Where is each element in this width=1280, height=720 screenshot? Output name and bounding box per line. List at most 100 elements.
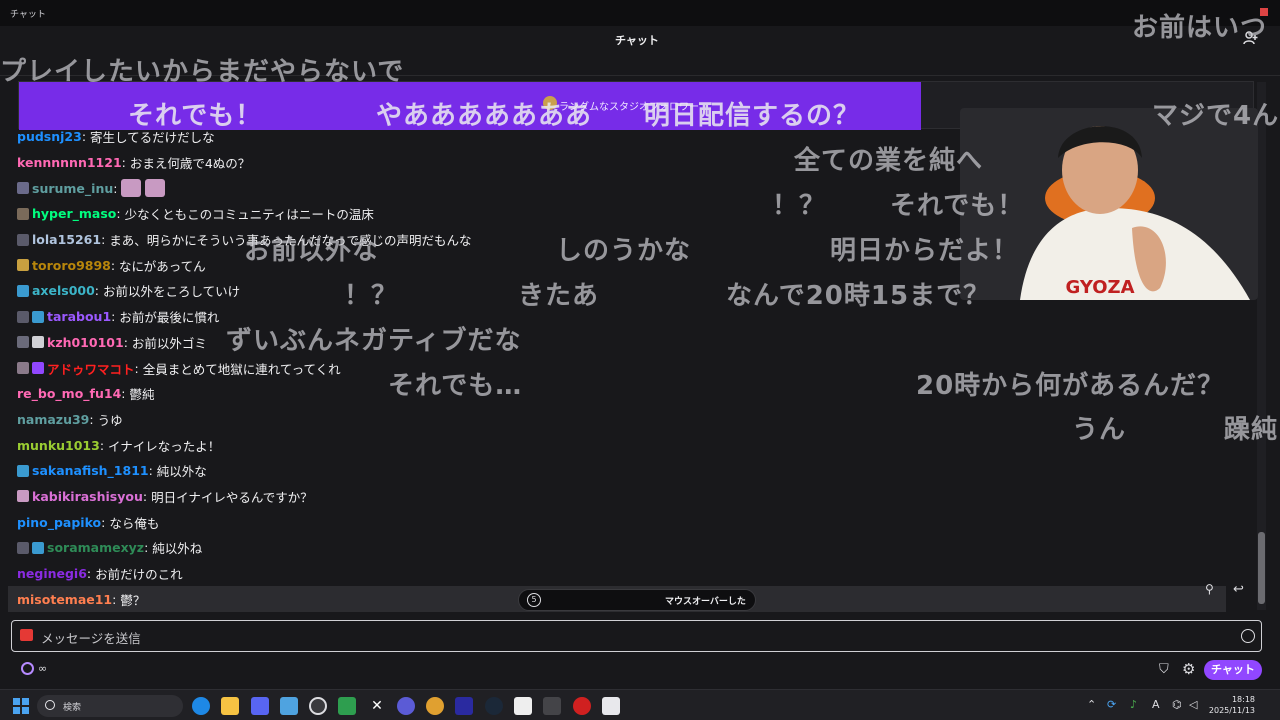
chat-username[interactable]: pudsnj23 bbox=[17, 129, 82, 144]
chat-username[interactable]: munku1013 bbox=[17, 438, 100, 453]
chat-paused-label: マウスオーバーした bbox=[665, 597, 746, 607]
taskbar-search-label: 検索 bbox=[63, 703, 82, 713]
chat-text: お前以外をころしていけ bbox=[102, 284, 241, 300]
chat-username[interactable]: neginegi6 bbox=[17, 566, 87, 581]
camera-icon[interactable] bbox=[20, 629, 33, 641]
danmaku-comment: お前はいつ bbox=[1132, 13, 1268, 43]
danmaku-comment: それでも！ bbox=[128, 101, 263, 131]
sub-badge-icon bbox=[17, 284, 29, 297]
app-icon[interactable] bbox=[397, 697, 415, 715]
danmaku-comment: うん bbox=[1072, 415, 1127, 445]
folder-icon[interactable] bbox=[221, 697, 239, 715]
emote-icon bbox=[121, 179, 142, 198]
chat-message[interactable]: pino_papiko: なら俺も bbox=[17, 509, 1247, 535]
shield-icon[interactable]: ⛉ bbox=[1159, 662, 1169, 677]
chat-username[interactable]: lola15261 bbox=[32, 232, 101, 247]
taskbar-clock[interactable]: 18:18 2025/11/13 bbox=[1207, 694, 1255, 716]
discord-icon[interactable] bbox=[251, 697, 269, 715]
document-icon[interactable] bbox=[514, 697, 532, 715]
danmaku-comment: それでも… bbox=[388, 371, 523, 401]
taskbar-search[interactable]: 検索 bbox=[37, 695, 183, 717]
emote-picker-icon[interactable] bbox=[1241, 629, 1255, 643]
notepad-icon[interactable] bbox=[280, 697, 298, 715]
user-badge-icon bbox=[17, 233, 29, 246]
channel-points[interactable]: ∞ bbox=[21, 662, 47, 675]
chat-message[interactable]: kzh010101: お前以外ゴミ bbox=[17, 330, 1247, 356]
obs-icon[interactable] bbox=[309, 697, 327, 715]
danmaku-comment: 明日からだよ！ bbox=[830, 236, 1020, 266]
chat-send-button[interactable]: チャット bbox=[1204, 660, 1262, 680]
volume-icon[interactable]: ◁ bbox=[1189, 698, 1197, 711]
chat-username[interactable]: axels000 bbox=[32, 283, 95, 298]
user-badge-icon bbox=[17, 362, 29, 375]
danmaku-comment: きたあ bbox=[518, 281, 600, 311]
gear-icon[interactable]: ⚙ bbox=[1182, 660, 1195, 678]
chat-username[interactable]: kabikirashisyou bbox=[32, 489, 143, 504]
chat-username[interactable]: アドゥワマコト bbox=[47, 359, 135, 378]
chat-message[interactable]: munku1013: イナイレなったよ！ bbox=[17, 432, 1247, 458]
chat-username[interactable]: misotemae11 bbox=[17, 592, 112, 607]
chat-username[interactable]: pino_papiko bbox=[17, 515, 101, 530]
chat-scrollbar[interactable] bbox=[1257, 82, 1266, 610]
windows-start-icon[interactable] bbox=[13, 698, 29, 714]
danmaku-comment: マジで4ん bbox=[1152, 101, 1280, 131]
taskbar-date: 2025/11/13 bbox=[1208, 706, 1255, 715]
x-app-icon[interactable]: ✕ bbox=[368, 697, 386, 715]
app-icon-3[interactable] bbox=[602, 697, 620, 715]
chat-username[interactable]: kzh010101 bbox=[47, 335, 124, 350]
mic-icon[interactable]: ♪ bbox=[1130, 698, 1137, 711]
chat-text: お前が最後に慣れ bbox=[119, 310, 220, 326]
chat-text: おまえ何歳で4ぬの？ bbox=[129, 156, 251, 172]
taskbar-time: 18:18 bbox=[1231, 695, 1255, 704]
wifi-icon[interactable]: ⌬ bbox=[1172, 698, 1182, 711]
chat-username[interactable]: kennnnnn1121 bbox=[17, 155, 122, 170]
sub-badge-icon bbox=[17, 464, 29, 477]
search-icon bbox=[45, 700, 55, 710]
sync-icon[interactable]: ⟳ bbox=[1107, 698, 1116, 711]
danmaku-comment: やあああああああ bbox=[376, 101, 593, 131]
chrome-icon[interactable] bbox=[426, 697, 444, 715]
excel-icon[interactable] bbox=[338, 697, 356, 715]
chat-username[interactable]: sakanafish_1811 bbox=[32, 463, 149, 478]
user-badge-icon bbox=[17, 259, 29, 272]
chat-message[interactable]: neginegi6: お前だけのこれ bbox=[17, 561, 1247, 587]
chat-username[interactable]: hyper_maso bbox=[32, 206, 116, 221]
chat-username[interactable]: re_bo_mo_fu14 bbox=[17, 386, 121, 401]
chat-message[interactable]: namazu39: うゆ bbox=[17, 407, 1247, 433]
svg-text:GYOZA: GYOZA bbox=[1065, 277, 1134, 298]
window-titlebar: チャット bbox=[0, 0, 1280, 26]
chat-paused-indicator[interactable]: 5 マウスオーバーした bbox=[518, 589, 756, 611]
tray-chevron-icon[interactable]: ⌃ bbox=[1087, 698, 1096, 711]
danmaku-comment: お前以外な bbox=[244, 236, 380, 266]
chat-message[interactable]: soramamexyz: 純以外ね bbox=[17, 535, 1247, 561]
ime-icon[interactable]: A bbox=[1152, 698, 1160, 711]
sub-badge-icon bbox=[32, 310, 44, 323]
chat-username[interactable]: soramamexyz bbox=[47, 540, 144, 555]
chat-text: 少なくともこのコミュニティはニートの温床 bbox=[124, 207, 374, 223]
chat-username[interactable]: tarabou1 bbox=[47, 309, 111, 324]
danmaku-comment: ずいぶんネガティブだな bbox=[226, 326, 522, 356]
chat-username[interactable]: tororo9898 bbox=[32, 258, 111, 273]
chat-input-placeholder: メッセージを送信 bbox=[41, 631, 141, 646]
chat-scrollbar-thumb[interactable] bbox=[1258, 532, 1265, 604]
danmaku-comment: それでも！ bbox=[890, 191, 1025, 221]
chat-message[interactable]: sakanafish_1811: 純以外な bbox=[17, 458, 1247, 484]
danmaku-comment: ！？ bbox=[344, 281, 399, 311]
chat-username[interactable]: namazu39 bbox=[17, 412, 89, 427]
danmaku-comment: 20時から何があるんだ？ bbox=[916, 371, 1225, 401]
chat-input[interactable]: メッセージを送信 bbox=[11, 620, 1262, 652]
danmaku-comment: しのうかな bbox=[556, 236, 692, 266]
monitor-app-icon[interactable] bbox=[455, 697, 473, 715]
edge-icon[interactable] bbox=[192, 697, 210, 715]
steam-icon[interactable] bbox=[485, 697, 503, 715]
chat-message[interactable]: kabikirashisyou: 明日イナイレやるんですか？ bbox=[17, 484, 1247, 510]
record-icon[interactable] bbox=[573, 697, 591, 715]
reply-icon[interactable]: ↩ bbox=[1233, 582, 1251, 598]
channel-points-value: ∞ bbox=[38, 662, 48, 675]
pin-icon[interactable]: ⚲ bbox=[1205, 582, 1223, 598]
chat-text: 鬱？ bbox=[120, 592, 146, 608]
app-icon-2[interactable] bbox=[543, 697, 561, 715]
chat-message[interactable]: tarabou1: お前が最後に慣れ bbox=[17, 304, 1247, 330]
chat-text: 純以外な bbox=[156, 464, 207, 480]
chat-username[interactable]: surume_inu bbox=[32, 181, 113, 196]
